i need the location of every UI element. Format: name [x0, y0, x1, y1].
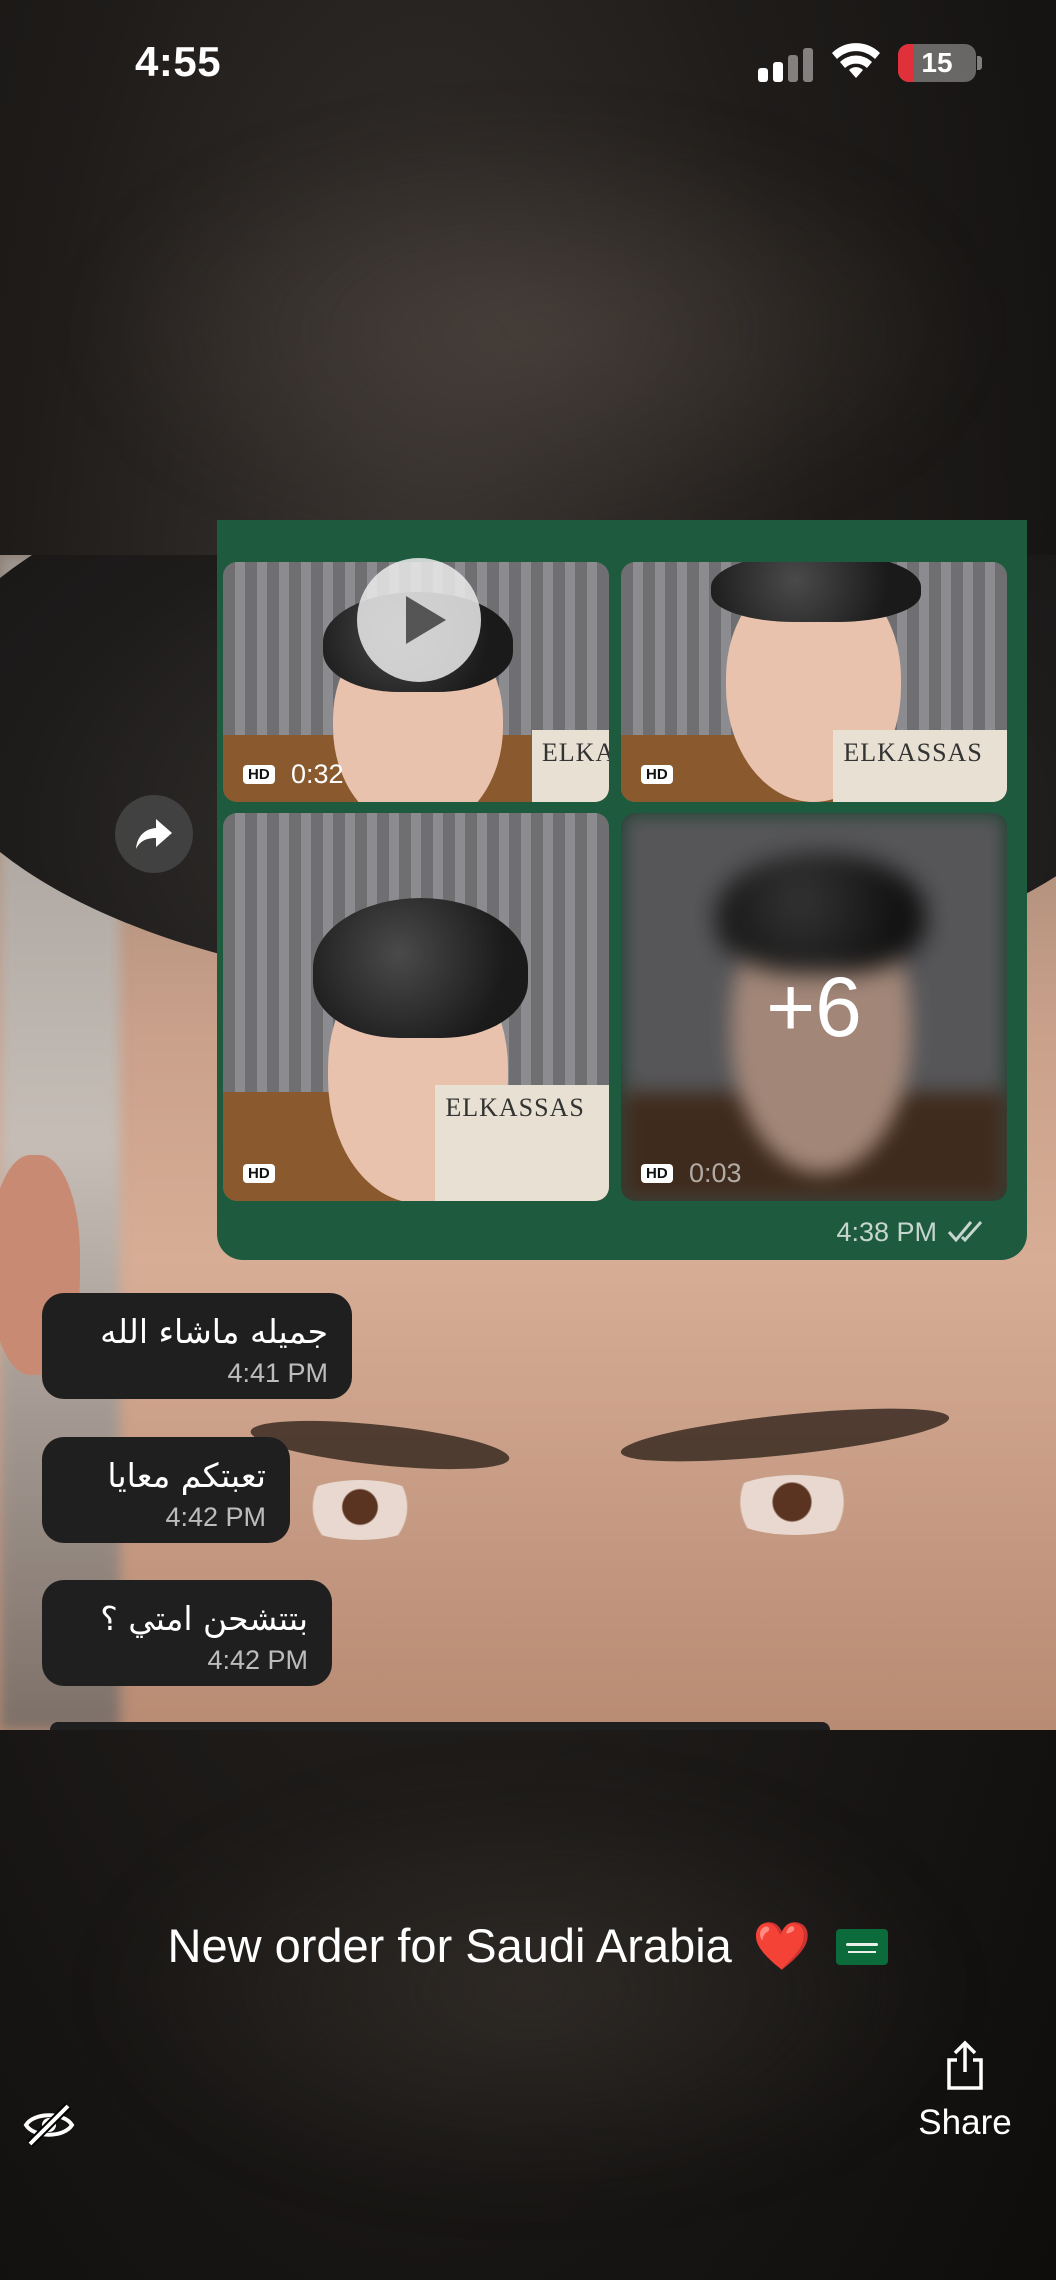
battery-level: 15 [921, 47, 953, 78]
forward-arrow-icon [136, 819, 172, 849]
logo-text: ELKASSAS [445, 1092, 585, 1122]
play-icon[interactable] [357, 558, 481, 682]
share-icon [947, 2040, 983, 2090]
media-tile-more[interactable]: +6 HD 0:03 [621, 813, 1007, 1201]
logo-text: ELKASSAS [843, 738, 983, 767]
media-message-bubble[interactable]: ELKASSAS HD 0:32 ELKASSAS HD ELKASSAS HD… [217, 520, 1027, 1260]
forward-button[interactable] [115, 795, 193, 873]
cellular-signal-icon [758, 48, 816, 82]
video-duration: 0:03 [689, 1158, 742, 1188]
hd-badge: HD [243, 1164, 275, 1183]
message-time: 4:38 PM [836, 1217, 937, 1247]
more-media-count: +6 [766, 959, 862, 1054]
video-duration: 0:32 [291, 759, 344, 789]
media-tile-photo[interactable]: ELKASSAS HD [621, 562, 1007, 802]
share-label: Share [918, 2103, 1012, 2142]
chat-bubble[interactable]: جميله ماشاء الله 4:41 PM [42, 1293, 352, 1400]
chat-bubble[interactable]: بتتشحن امتي ؟ 4:42 PM [42, 1580, 332, 1687]
wifi-icon [832, 43, 880, 78]
message-text: جميله ماشاء الله [100, 1312, 328, 1351]
status-bar: 4:55 15 [0, 0, 1056, 130]
media-tile-photo[interactable]: ELKASSAS HD [223, 813, 609, 1201]
saudi-flag-icon [836, 1929, 889, 1965]
share-button[interactable]: Share [905, 2040, 1025, 2143]
message-time: 4:41 PM [227, 1358, 328, 1389]
eye-slash-icon[interactable] [22, 2100, 76, 2150]
message-text: بتتشحن امتي ؟ [100, 1599, 308, 1638]
story-caption: New order for Saudi Arabia ❤️ [0, 1918, 1056, 1974]
chat-bubble[interactable]: تعبتكم معايا 4:42 PM [42, 1437, 290, 1544]
chat-bubble-partial [50, 1722, 830, 1730]
message-time: 4:42 PM [165, 1502, 266, 1533]
status-time: 4:55 [135, 38, 222, 85]
hd-badge: HD [641, 1164, 673, 1183]
logo-text: ELKASSAS [541, 738, 609, 767]
message-time: 4:42 PM [207, 1645, 308, 1676]
hd-badge: HD [243, 765, 275, 784]
battery-icon: 15 [898, 44, 976, 82]
caption-text: New order for Saudi Arabia [167, 1919, 732, 1972]
heart-emoji: ❤️ [752, 1919, 812, 1972]
message-text: تعبتكم معايا [107, 1456, 266, 1495]
double-check-icon [947, 1221, 983, 1243]
hd-badge: HD [641, 765, 673, 784]
